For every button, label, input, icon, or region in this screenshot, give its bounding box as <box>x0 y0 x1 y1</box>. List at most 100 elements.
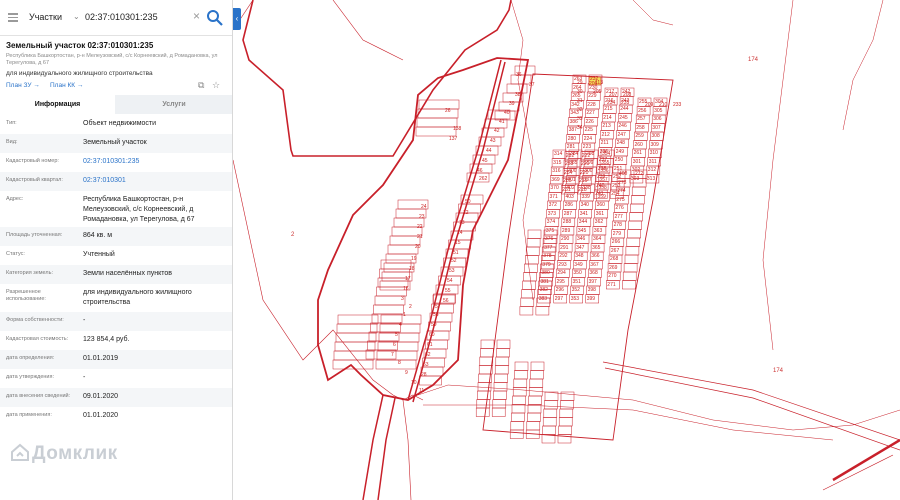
cadastral-plot[interactable] <box>512 395 526 405</box>
field-value-link[interactable]: 02:37:010301:235 <box>83 157 229 167</box>
cadastral-plot[interactable] <box>522 280 536 290</box>
cadastral-plot[interactable] <box>544 391 559 401</box>
menu-icon[interactable] <box>8 13 18 22</box>
cadastral-plot[interactable] <box>528 395 542 405</box>
cadastral-map[interactable]: 174 2 174 36 37 38 39 40 41 42 43 44 45 46 26 138 137… <box>233 0 900 500</box>
cadastral-plot[interactable] <box>628 220 642 230</box>
tab-info[interactable]: Информация <box>0 95 115 114</box>
map-copy-icon[interactable]: ⧉ <box>198 80 204 91</box>
cadastral-plot[interactable] <box>476 399 491 409</box>
cadastral-plot[interactable] <box>496 339 511 349</box>
cadastral-plot[interactable] <box>493 390 507 400</box>
cadastral-plot[interactable] <box>542 425 556 435</box>
plot-number: 15 <box>455 240 461 246</box>
search-input[interactable]: 02:37:010301:235 <box>85 12 158 22</box>
cadastral-plot[interactable] <box>524 263 538 273</box>
cadastral-plot[interactable] <box>543 408 558 418</box>
plot-number: 339 <box>581 193 590 200</box>
cadastral-plot[interactable] <box>511 412 525 422</box>
cadastral-plot[interactable] <box>631 186 646 196</box>
cadastral-plot[interactable] <box>530 370 544 380</box>
cadastral-plot[interactable] <box>514 361 529 371</box>
cadastral-plot[interactable] <box>622 271 637 281</box>
cadastral-plot[interactable] <box>623 263 638 273</box>
plan-kk-link[interactable]: План КК → <box>50 82 83 89</box>
cadastral-plot[interactable] <box>622 280 636 290</box>
cadastral-plot[interactable] <box>376 286 407 297</box>
cadastral-plot[interactable] <box>480 339 495 349</box>
cadastral-plot[interactable] <box>380 259 412 270</box>
plan-zu-link[interactable]: План ЗУ → <box>6 82 40 89</box>
cadastral-plot[interactable] <box>527 229 542 239</box>
cadastral-plot[interactable] <box>519 306 534 316</box>
plot-number: 340 <box>580 202 589 208</box>
cadastral-plot[interactable] <box>529 378 544 388</box>
cadastral-plot[interactable] <box>387 244 419 255</box>
cadastral-plot[interactable] <box>627 229 641 239</box>
plot-number: 300 <box>584 168 593 174</box>
cadastral-plot[interactable] <box>626 237 641 247</box>
cadastral-plot[interactable] <box>475 407 490 417</box>
cadastral-plot[interactable] <box>496 348 510 358</box>
cadastral-plot[interactable] <box>377 341 419 352</box>
cadastral-plot[interactable] <box>495 356 510 366</box>
cadastral-plot[interactable] <box>493 382 508 392</box>
cadastral-plot[interactable] <box>415 126 457 137</box>
cadastral-plot[interactable] <box>511 404 526 414</box>
cadastral-plot[interactable] <box>376 350 418 361</box>
cadastral-plot[interactable] <box>526 238 541 248</box>
cadastral-plot[interactable] <box>560 391 575 401</box>
cadastral-plot[interactable] <box>510 421 525 431</box>
cadastral-plot[interactable] <box>629 212 643 222</box>
cadastral-plot[interactable] <box>513 378 528 388</box>
cadastral-plot[interactable] <box>491 407 506 417</box>
star-icon[interactable]: ☆ <box>212 80 220 91</box>
plot-number: 403 <box>565 193 574 200</box>
chevron-down-icon[interactable]: ⌄ <box>73 12 80 21</box>
search-type-select[interactable]: Участки <box>29 12 62 22</box>
cadastral-plot[interactable] <box>625 246 640 256</box>
cadastral-plot[interactable] <box>544 400 558 410</box>
cadastral-plot[interactable] <box>542 417 557 427</box>
cadastral-plot[interactable] <box>479 356 494 366</box>
cadastral-plot[interactable] <box>416 117 458 128</box>
field-value-link[interactable]: 02:37:010301 <box>83 176 229 186</box>
cadastral-plot[interactable] <box>525 246 540 256</box>
clear-icon[interactable]: × <box>193 9 200 23</box>
cadastral-plot[interactable] <box>480 348 494 358</box>
search-icon[interactable] <box>205 8 225 28</box>
cadastral-plot[interactable] <box>492 399 507 409</box>
cadastral-plot[interactable] <box>494 373 508 383</box>
cadastral-plot[interactable] <box>335 332 377 343</box>
cadastral-plot[interactable] <box>370 322 401 333</box>
cadastral-plot[interactable] <box>481 127 505 138</box>
cadastral-plot[interactable] <box>514 370 528 380</box>
cadastral-plot[interactable] <box>375 359 417 370</box>
tab-services[interactable]: Услуги <box>115 95 232 114</box>
field-row: Кадастровый квартал: 02:37:010301 <box>0 172 232 191</box>
panel-collapse-button[interactable]: ‹ <box>233 8 241 30</box>
cadastral-plot[interactable] <box>527 412 541 422</box>
cadastral-plot[interactable] <box>558 417 573 427</box>
cadastral-plot[interactable] <box>558 425 572 435</box>
cadastral-plot[interactable] <box>559 408 574 418</box>
cadastral-plot[interactable] <box>631 195 645 205</box>
cadastral-plot[interactable] <box>630 203 644 213</box>
cadastral-plot[interactable] <box>624 254 639 264</box>
cadastral-plot[interactable] <box>526 421 541 431</box>
cadastral-plot[interactable] <box>535 306 550 316</box>
cadastral-plot[interactable] <box>371 313 403 324</box>
cadastral-plot[interactable] <box>560 400 574 410</box>
cadastral-plot[interactable] <box>520 297 535 307</box>
cadastral-plot[interactable] <box>512 387 527 397</box>
cadastral-plot[interactable] <box>509 429 524 439</box>
cadastral-plot[interactable] <box>417 108 459 119</box>
cadastral-plot[interactable] <box>336 323 378 334</box>
cadastral-plot[interactable] <box>530 361 545 371</box>
cadastral-plot[interactable] <box>494 365 509 375</box>
cadastral-plot[interactable] <box>333 350 375 361</box>
cadastral-plot[interactable] <box>334 341 376 352</box>
cadastral-plot[interactable] <box>373 304 404 315</box>
plot-number: 269 <box>609 264 618 271</box>
cadastral-plot[interactable] <box>525 255 539 265</box>
